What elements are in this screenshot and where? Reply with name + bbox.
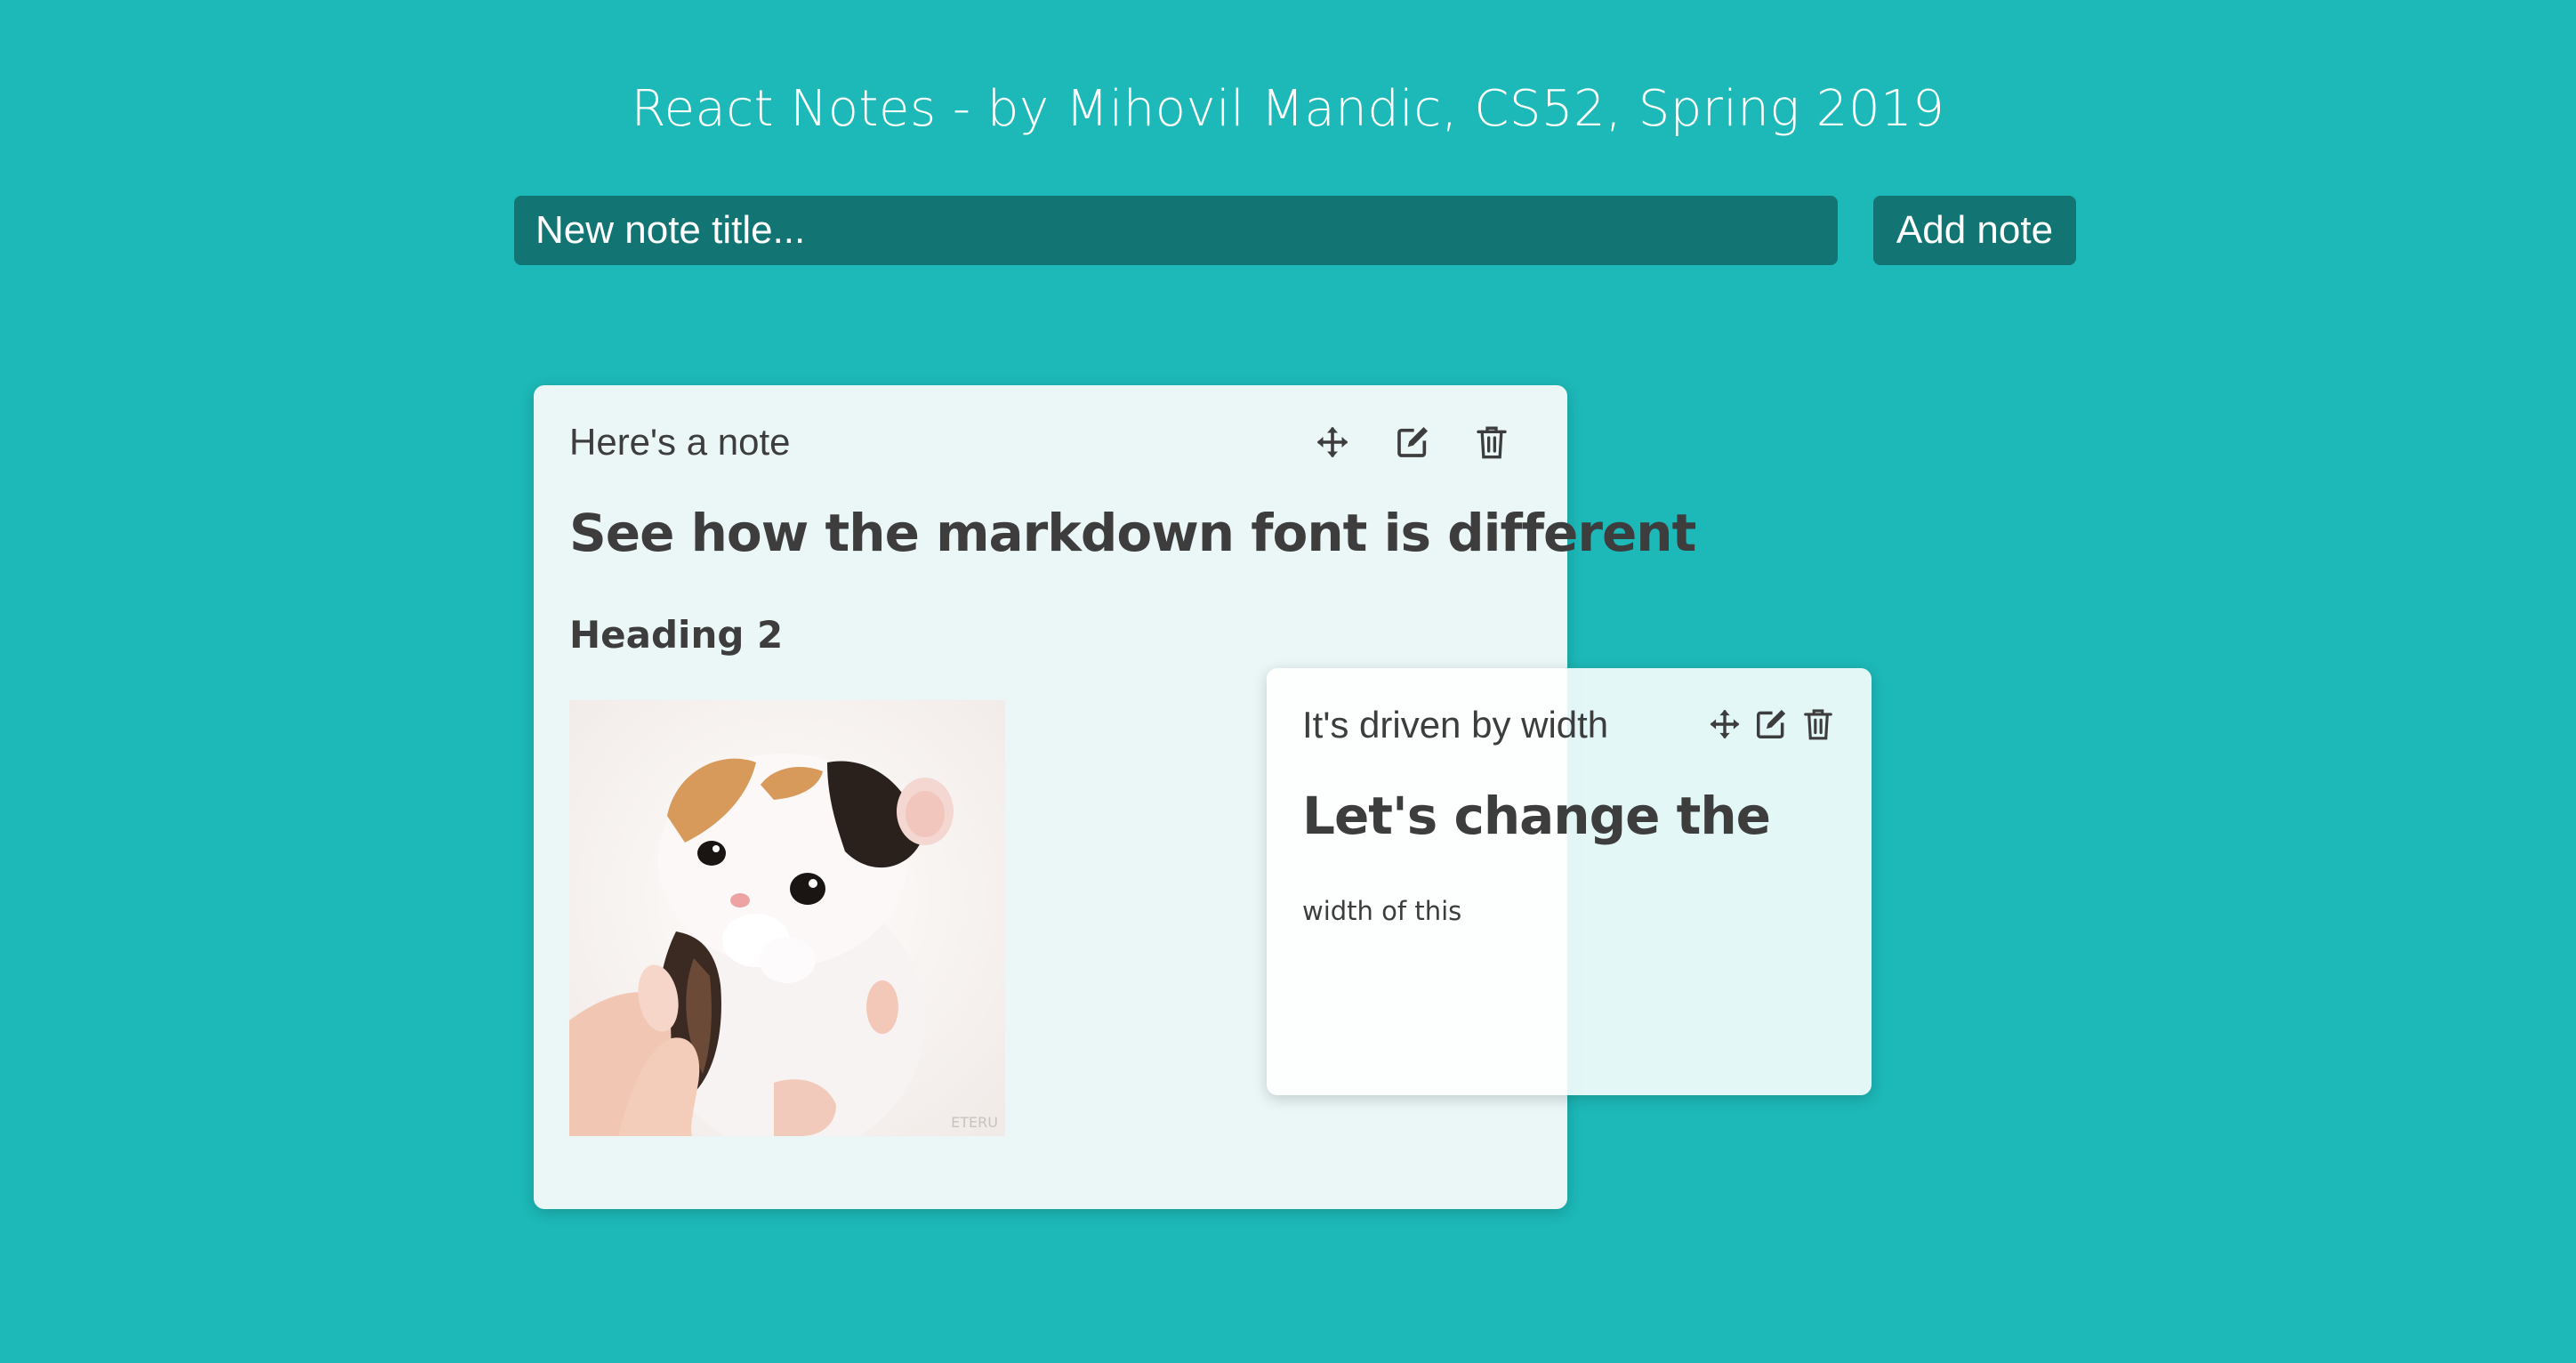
markdown-paragraph: width of this — [1302, 896, 1462, 926]
note-title: Here's a note — [569, 421, 791, 463]
new-note-title-input[interactable] — [514, 196, 1838, 265]
delete-icon[interactable] — [1804, 707, 1832, 741]
move-icon[interactable] — [1710, 709, 1740, 739]
note-title: It's driven by width — [1302, 704, 1609, 746]
app-title: React Notes - by Mihovil Mandic, CS52, S… — [631, 80, 1945, 138]
app-page: React Notes - by Mihovil Mandic, CS52, S… — [0, 0, 2576, 1363]
delete-icon[interactable] — [1477, 424, 1507, 460]
markdown-heading-1: Let's change the — [1302, 786, 1771, 846]
note-card[interactable]: It's driven by width Let's change the wi… — [1267, 668, 1872, 1095]
markdown-heading-1: See how the markdown font is different — [569, 503, 1696, 563]
edit-icon[interactable] — [1754, 707, 1788, 741]
kitten-image: ETERU — [569, 700, 1005, 1136]
image-watermark: ETERU — [951, 1114, 998, 1131]
move-icon[interactable] — [1316, 426, 1348, 458]
add-note-button[interactable]: Add note — [1873, 196, 2076, 265]
markdown-heading-2: Heading 2 — [569, 613, 784, 657]
edit-icon[interactable] — [1395, 424, 1430, 460]
